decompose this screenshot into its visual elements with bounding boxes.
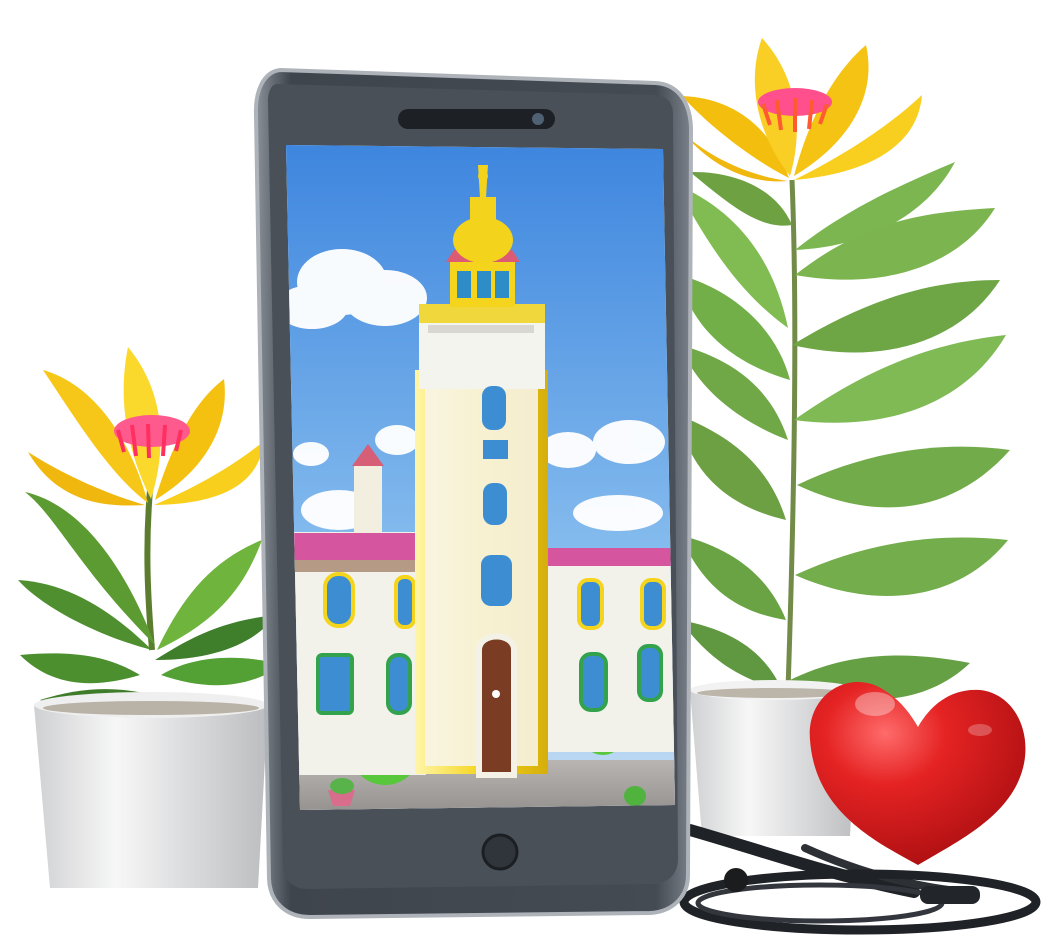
smartphone-icon [253,67,694,920]
right-flower [682,38,922,182]
stethoscope-icon [679,824,1041,935]
left-flower [28,347,264,506]
left-potted-flower [18,347,283,888]
illustration-scene [0,0,1050,950]
right-building [541,548,675,752]
scene-svg [18,38,1041,935]
heart-icon [809,682,1026,865]
church-tower-illustration [286,145,675,810]
